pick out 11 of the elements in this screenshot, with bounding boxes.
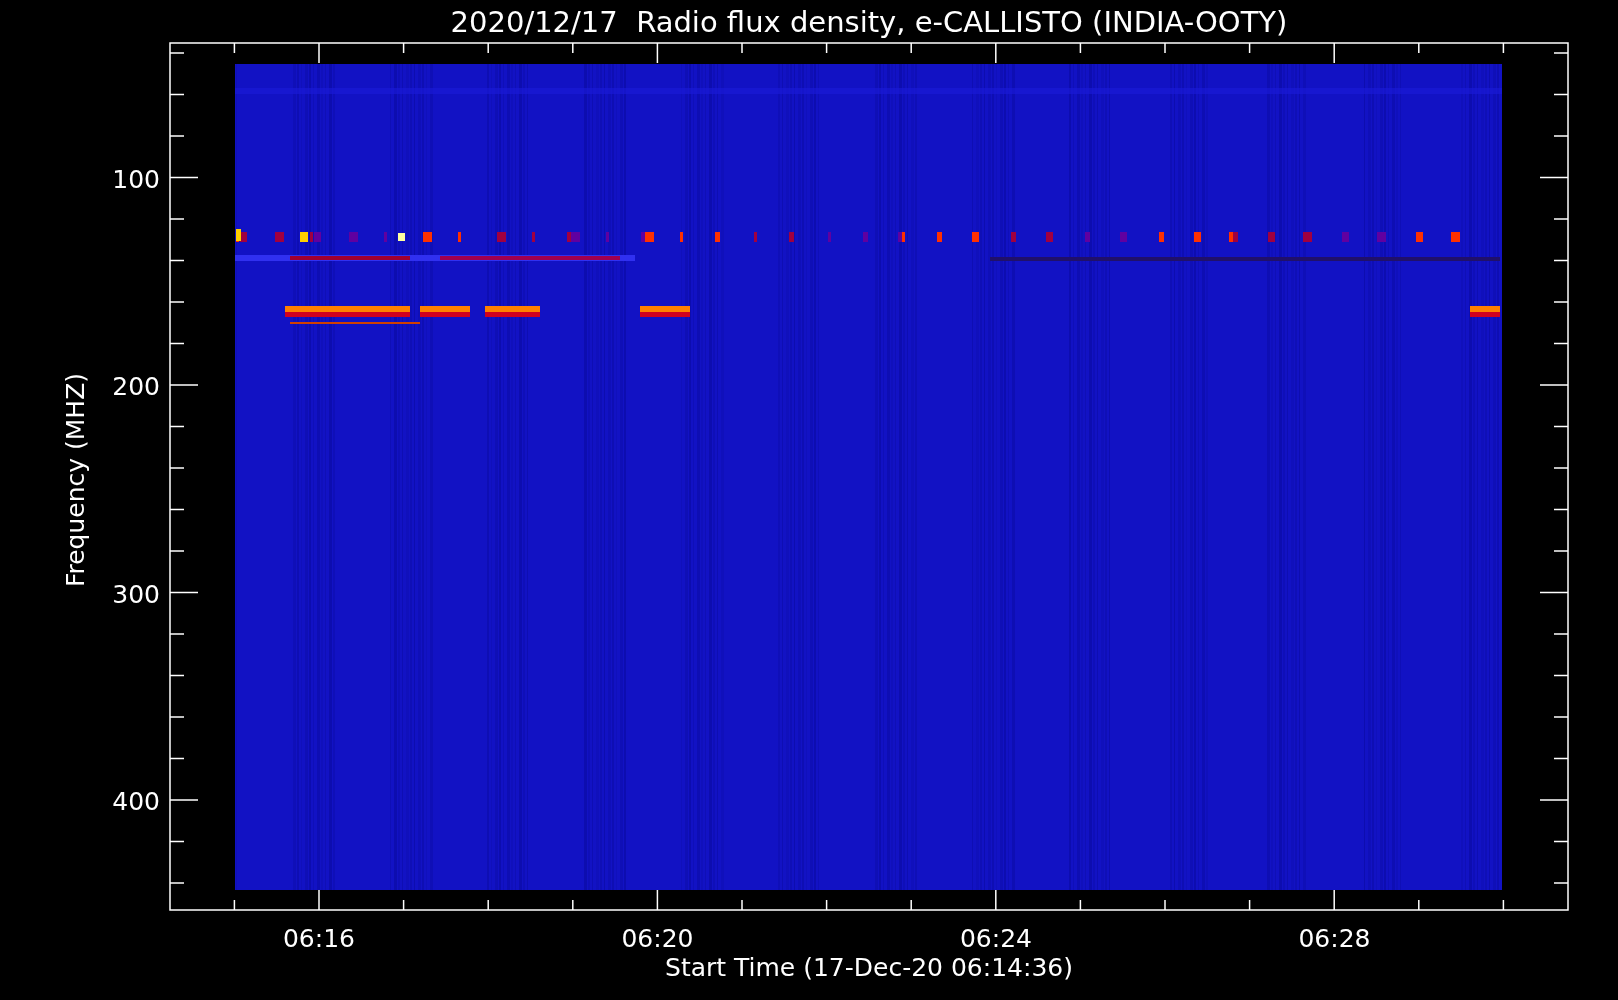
x-tick-label: 06:28: [1298, 924, 1371, 953]
x-tick-label: 06:16: [283, 924, 355, 953]
chart-title: 2020/12/17 Radio flux density, e-CALLISTO (INDIA-OOTY): [450, 5, 1288, 39]
y-tick-label: 200: [112, 372, 160, 401]
y-axis-label: Frequency (MHZ): [61, 372, 90, 588]
x-axis-label: Start Time (17-Dec-20 06:14:36): [665, 953, 1073, 982]
y-tick-label: 100: [112, 164, 160, 194]
x-tick-label: 06:24: [960, 924, 1032, 953]
y-tick-label: 300: [112, 579, 160, 609]
y-tick-label: 400: [112, 787, 160, 816]
x-tick-label: 06:20: [621, 924, 694, 953]
